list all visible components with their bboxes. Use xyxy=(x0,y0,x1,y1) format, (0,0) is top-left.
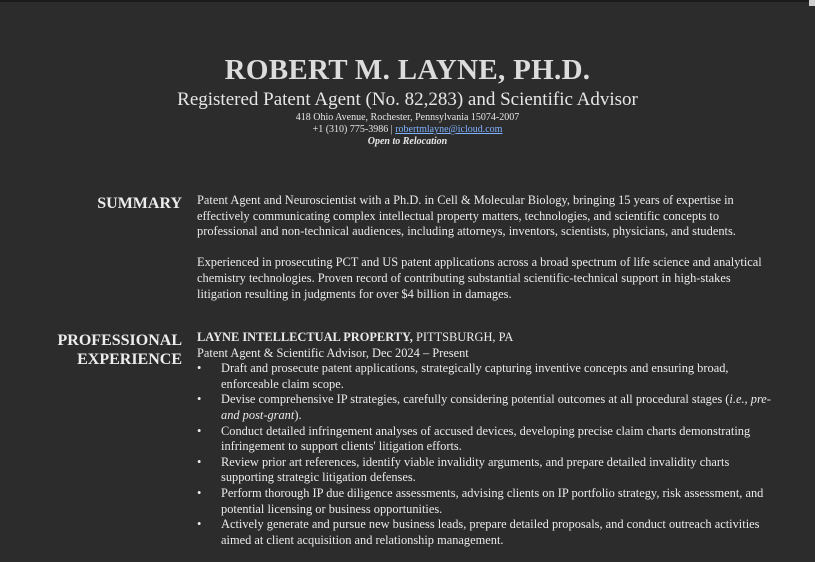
duty-text: Review prior art references, identify vi… xyxy=(221,454,730,485)
experience-body: LAYNE INTELLECTUAL PROPERTY, PITTSBURGH,… xyxy=(197,330,772,548)
bullet-icon: • xyxy=(197,454,202,469)
duty-text: Conduct detailed infringement analyses o… xyxy=(221,423,751,454)
summary-body: Patent Agent and Neuroscientist with a P… xyxy=(197,193,772,302)
role-line: Patent Agent & Scientific Advisor, Dec 2… xyxy=(197,345,469,360)
bullet-icon: • xyxy=(197,485,202,500)
summary-heading: SUMMARY xyxy=(97,195,182,212)
bullet-icon: • xyxy=(197,517,202,532)
duties-list: • Draft and prosecute patent applications… xyxy=(197,361,772,548)
duty-text: Draft and prosecute patent applications,… xyxy=(221,361,729,391)
phone-text: +1 (310) 775-3986 | xyxy=(312,124,396,135)
bullet-icon: • xyxy=(197,361,202,376)
experience-heading-line1: PROFESSIONAL xyxy=(57,332,182,349)
summary-paragraph-2: Experienced in prosecuting PCT and US pa… xyxy=(197,255,762,301)
duty-text-pre: Devise comprehensive IP strategies, care… xyxy=(221,392,730,407)
contact-line: +1 (310) 775-3986 | robertmlayne@icloud.… xyxy=(0,124,815,136)
relocation-note: Open to Relocation xyxy=(367,136,448,147)
bullet-icon: • xyxy=(197,423,202,438)
email-link[interactable]: robertmlayne@icloud.com xyxy=(395,124,502,135)
list-item: • Devise comprehensive IP strategies, car… xyxy=(197,392,772,423)
duty-text: Actively generate and pursue new busines… xyxy=(221,517,760,547)
duty-text-post: ). xyxy=(294,407,302,422)
company-line: LAYNE INTELLECTUAL PROPERTY, PITTSBURGH,… xyxy=(197,330,772,346)
window-top-border xyxy=(0,0,815,2)
address-line: 418 Ohio Avenue, Rochester, Pennsylvania… xyxy=(295,112,520,123)
company-name: LAYNE INTELLECTUAL PROPERTY, xyxy=(197,330,413,344)
bullet-icon: • xyxy=(197,392,202,407)
list-item: • Actively generate and pursue new busine… xyxy=(197,517,772,548)
list-item: • Perform thorough IP due diligence asses… xyxy=(197,486,772,517)
duty-text: Devise comprehensive IP strategies, care… xyxy=(221,392,771,422)
list-item: • Review prior art references, identify v… xyxy=(197,455,772,486)
experience-heading: PROFESSIONAL EXPERIENCE xyxy=(40,331,182,369)
summary-paragraph-1: Patent Agent and Neuroscientist with a P… xyxy=(197,193,736,239)
candidate-name: ROBERT M. LAYNE, PH.D. xyxy=(224,54,591,86)
window-corner-marker xyxy=(809,0,815,6)
company-location: PITTSBURGH, PA xyxy=(412,330,514,344)
candidate-title: Registered Patent Agent (No. 82,283) and… xyxy=(177,89,638,110)
resume-header: ROBERT M. LAYNE, PH.D. Registered Patent… xyxy=(0,54,815,148)
experience-heading-line2: EXPERIENCE xyxy=(77,351,182,368)
list-item: • Conduct detailed infringement analyses … xyxy=(197,424,772,455)
list-item: • Draft and prosecute patent applications… xyxy=(197,361,772,392)
duty-text: Perform thorough IP due diligence assess… xyxy=(221,485,764,516)
